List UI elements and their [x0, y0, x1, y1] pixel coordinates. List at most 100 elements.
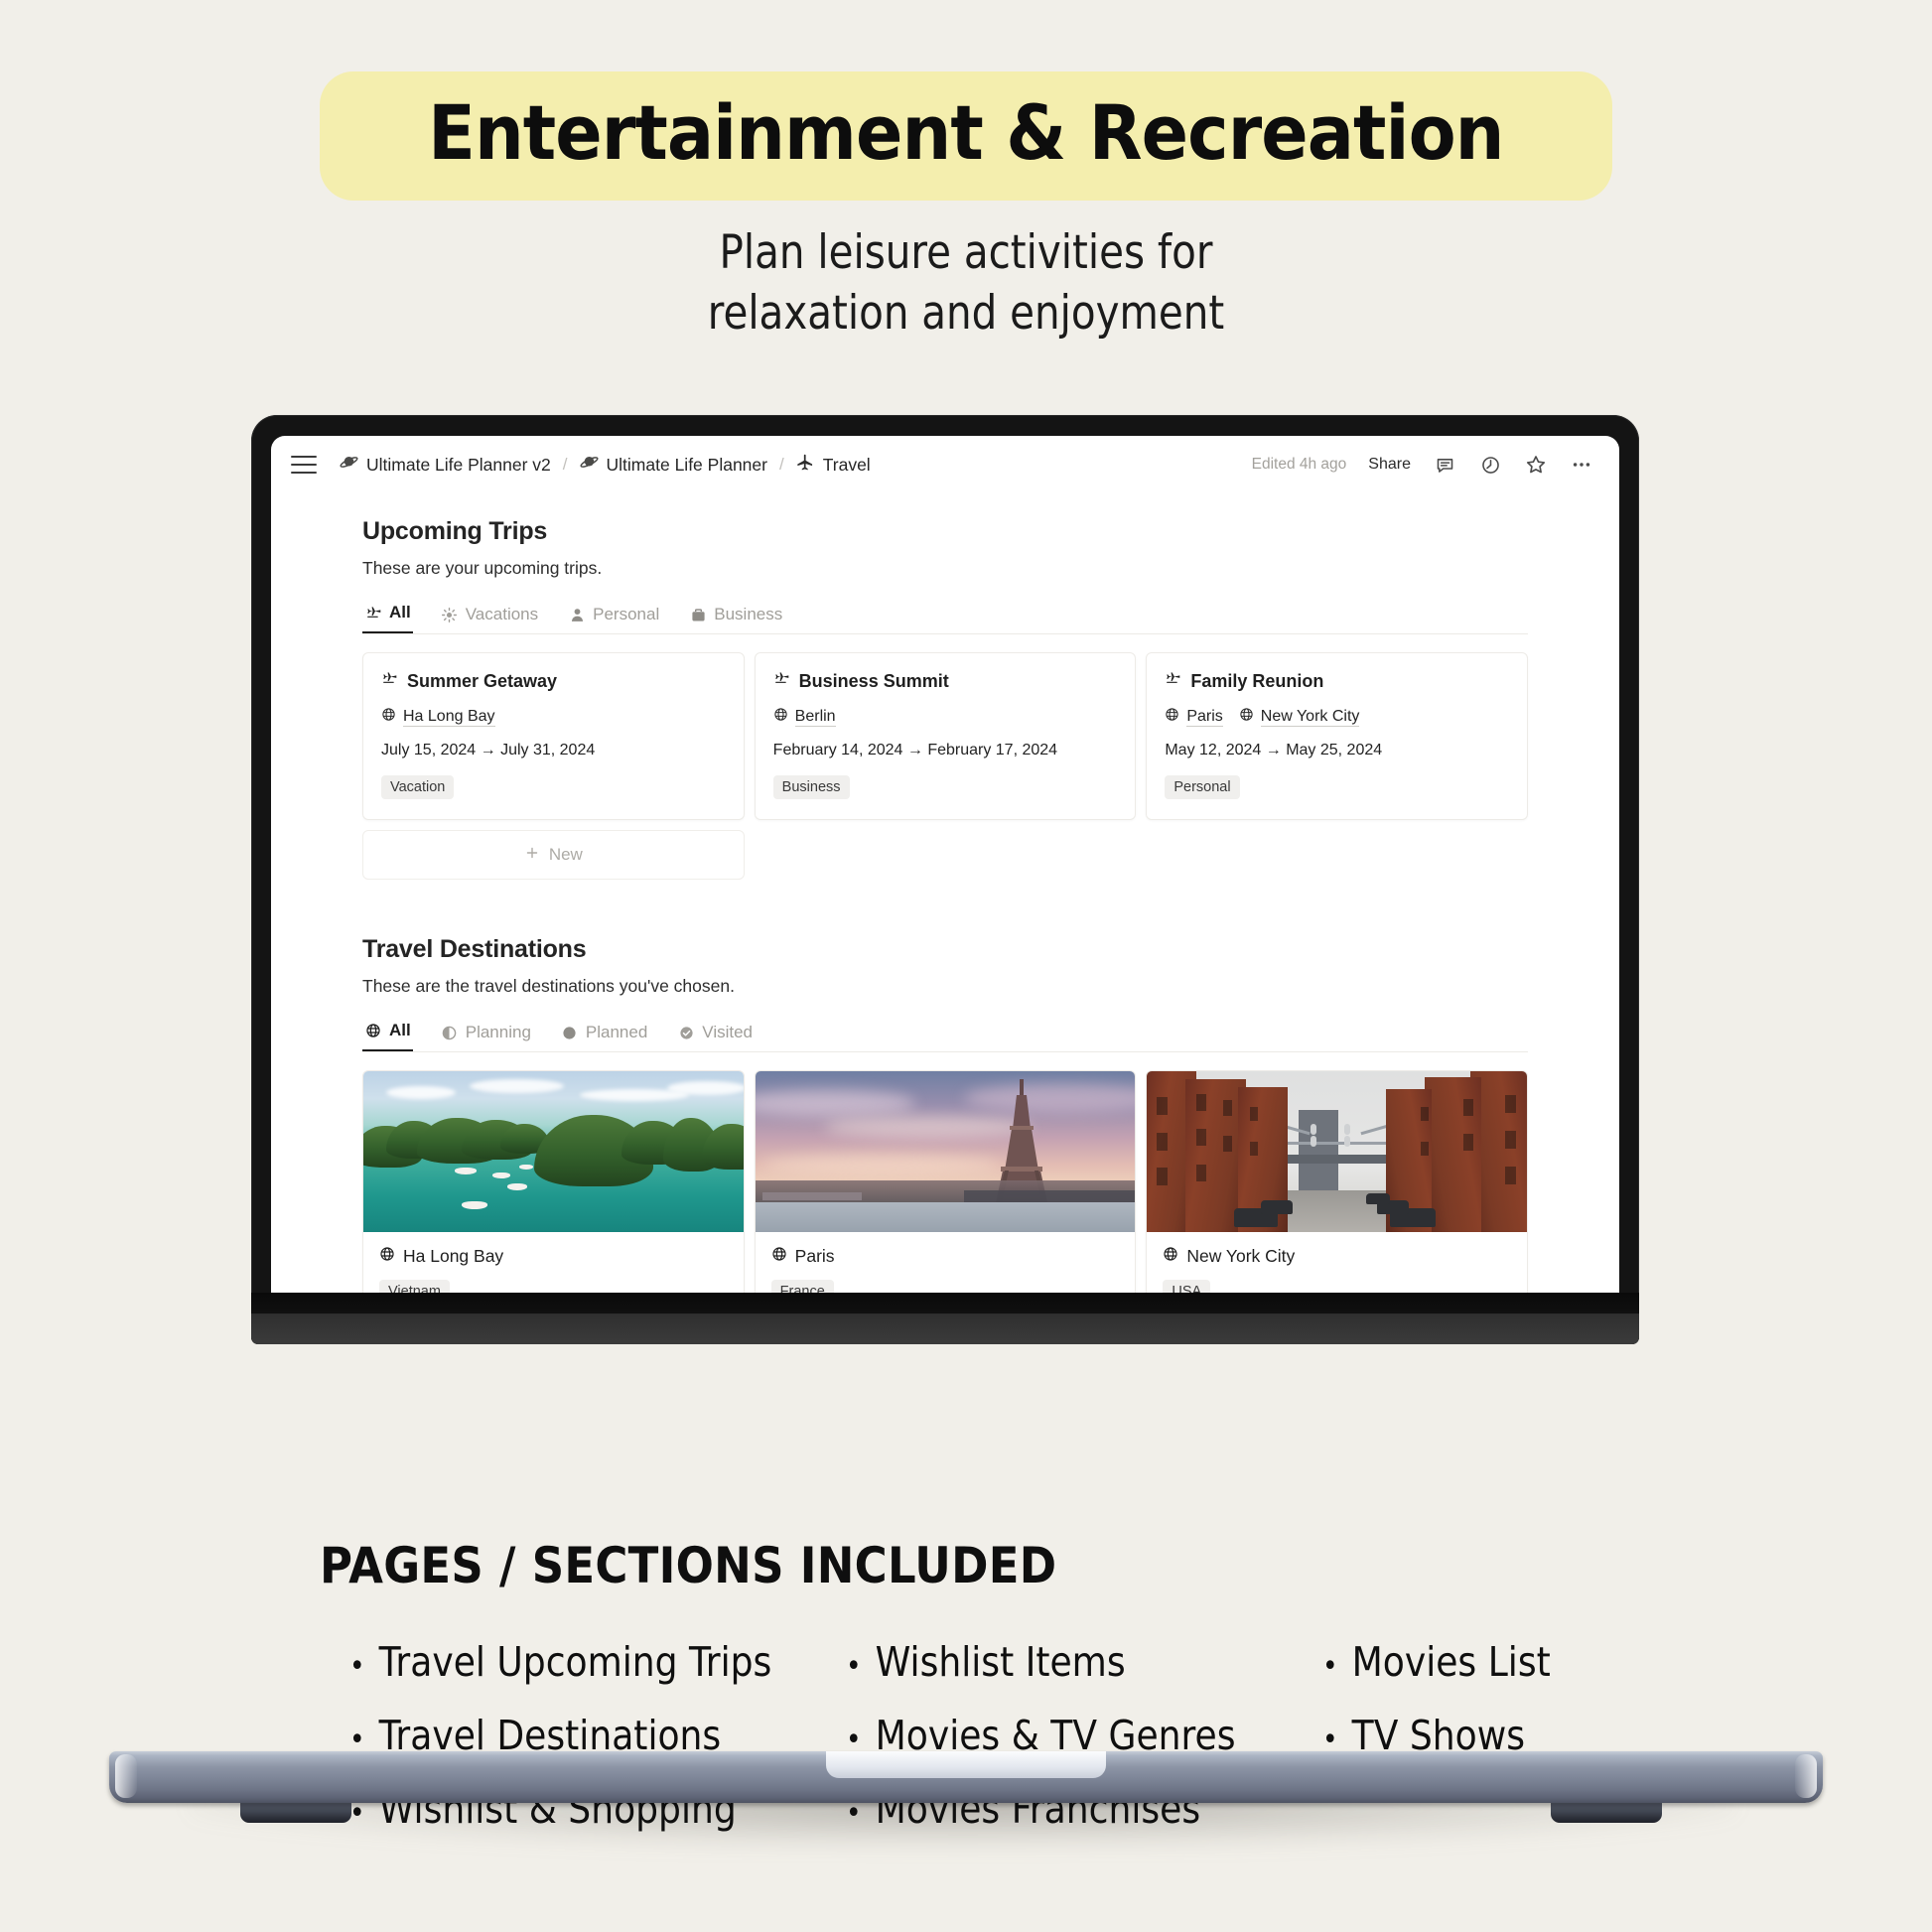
pages-column-1: • Travel Upcoming Trips • Travel Destina… [349, 1638, 846, 1859]
section-description: These are your upcoming trips. [362, 558, 603, 578]
tab-trips-vacations[interactable]: Vacations [439, 603, 540, 633]
breadcrumb-label: Ultimate Life Planner [606, 454, 767, 475]
trip-name-label: Family Reunion [1190, 670, 1324, 691]
breadcrumb-item-workspace[interactable]: Ultimate Life Planner v2 [335, 451, 556, 479]
trip-locations: Paris New York City [1165, 707, 1509, 727]
tab-label: All [389, 1021, 411, 1039]
laptop-base-notch [826, 1751, 1106, 1778]
breadcrumb-item-parent[interactable]: Ultimate Life Planner [575, 451, 772, 479]
trip-name-label: Summer Getaway [407, 670, 558, 691]
check-circle-icon [677, 1024, 695, 1041]
more-options-icon[interactable] [1570, 453, 1593, 477]
trip-location[interactable]: Berlin [773, 707, 836, 727]
trip-location-label: Ha Long Bay [403, 707, 495, 727]
trip-location[interactable]: New York City [1239, 707, 1360, 727]
destination-card[interactable]: New York City USA [1146, 1070, 1529, 1313]
trip-location[interactable]: Paris [1165, 707, 1223, 727]
section-upcoming-trips: Upcoming Trips These are your upcoming t… [362, 517, 1529, 880]
trip-dates: July 15, 2024 → July 31, 2024 [381, 742, 596, 759]
trip-card[interactable]: Summer Getaway Ha Long Bay July 15, 2024… [362, 652, 745, 820]
destination-title: Paris [771, 1246, 1120, 1267]
pages-included-columns: • Travel Upcoming Trips • Travel Destina… [0, 1638, 1932, 1859]
breadcrumb: Ultimate Life Planner v2 / Ultimate Life… [335, 451, 876, 479]
globe-icon [1163, 1246, 1178, 1267]
tab-label: Visited [702, 1023, 754, 1041]
trips-view-tabs: All Vacations Personal Business [362, 601, 1528, 634]
new-trip-button[interactable]: New [362, 830, 745, 880]
destination-name-label: New York City [1186, 1246, 1296, 1266]
globe-icon [364, 1022, 382, 1039]
tab-trips-all[interactable]: All [362, 601, 413, 633]
pages-included-title: PAGES / SECTIONS INCLUDED [320, 1537, 1057, 1594]
section-title: Travel Destinations [362, 935, 587, 963]
tab-trips-personal[interactable]: Personal [566, 603, 661, 633]
tab-destinations-all[interactable]: All [362, 1019, 413, 1051]
new-york-city-dumbo-photo [1147, 1071, 1528, 1232]
tab-destinations-visited[interactable]: Visited [675, 1021, 755, 1051]
bullet-dot: • [1322, 1649, 1338, 1684]
trip-card[interactable]: Family Reunion Paris New York City May 1… [1146, 652, 1529, 820]
person-icon [568, 606, 586, 623]
tab-trips-business[interactable]: Business [687, 603, 784, 633]
destination-card-body: Ha Long Bay Vietnam [363, 1232, 744, 1313]
sun-icon [441, 606, 459, 623]
list-item: • Travel Upcoming Trips [349, 1638, 786, 1686]
destination-name-label: Paris [794, 1246, 835, 1266]
plus-icon [524, 845, 540, 866]
new-trip-label: New [548, 845, 583, 864]
trip-card[interactable]: Business Summit Berlin February 14, 2024… [754, 652, 1137, 820]
trip-name-label: Business Summit [798, 670, 949, 691]
breadcrumb-separator: / [562, 455, 568, 474]
breadcrumb-separator: / [778, 455, 784, 474]
airplane-icon [381, 670, 398, 692]
hero-subtitle-line1: Plan leisure activities for [719, 225, 1213, 280]
airplane-icon [796, 453, 815, 477]
destination-card-body: Paris France [756, 1232, 1136, 1313]
bullet-dot: • [846, 1796, 862, 1831]
destination-name-label: Ha Long Bay [403, 1246, 504, 1266]
globe-icon [381, 707, 396, 727]
globe-icon [1165, 707, 1179, 727]
topbar-actions: Edited 4h ago Share [1252, 453, 1593, 477]
filled-circle-icon [561, 1024, 579, 1041]
destination-card-body: New York City USA [1147, 1232, 1527, 1313]
saturn-planet-icon [340, 453, 358, 477]
half-circle-icon [441, 1024, 459, 1041]
share-button[interactable]: Share [1368, 456, 1411, 474]
destination-tag: USA [1163, 1280, 1211, 1304]
tab-label: Planning [465, 1023, 531, 1041]
list-item-label: Travel Upcoming Trips [378, 1638, 772, 1686]
airplane-icon [773, 670, 790, 692]
laptop-base-highlight-left [115, 1754, 137, 1798]
pages-column-3: • Movies List • TV Shows [1322, 1638, 1700, 1859]
laptop-base-highlight-right [1795, 1754, 1817, 1798]
trip-card-title: Family Reunion [1165, 670, 1509, 692]
trip-location[interactable]: Ha Long Bay [381, 707, 495, 727]
paris-eiffel-tower-photo [755, 1071, 1136, 1232]
page-content: Upcoming Trips These are your upcoming t… [271, 493, 1619, 1313]
tab-destinations-planned[interactable]: Planned [559, 1021, 649, 1051]
destination-card[interactable]: Ha Long Bay Vietnam [362, 1070, 745, 1313]
trip-location-label: New York City [1260, 707, 1360, 727]
title-pill: Entertainment & Recreation [320, 71, 1612, 201]
tab-destinations-planning[interactable]: Planning [439, 1021, 533, 1051]
section-travel-destinations: Travel Destinations These are the travel… [362, 935, 1529, 1313]
trip-card-title: Business Summit [773, 670, 1118, 692]
hero-subtitle: Plan leisure activities for relaxation a… [135, 222, 1797, 344]
hamburger-menu-icon[interactable] [291, 456, 317, 474]
trip-locations: Ha Long Bay [381, 707, 726, 727]
star-favorite-icon[interactable] [1524, 453, 1548, 477]
destination-card[interactable]: Paris France [754, 1070, 1137, 1313]
destinations-view-tabs: All Planning Planned Visited [362, 1019, 1528, 1052]
comment-icon[interactable] [1433, 453, 1456, 477]
globe-icon [773, 707, 788, 727]
breadcrumb-item-current[interactable]: Travel [791, 451, 876, 479]
new-trip-row: New [362, 830, 1528, 880]
trip-location-label: Paris [1186, 707, 1223, 727]
app-viewport: Ultimate Life Planner v2 / Ultimate Life… [271, 436, 1619, 1313]
clock-history-icon[interactable] [1478, 453, 1502, 477]
trip-tag: Personal [1165, 775, 1240, 799]
trip-dates: February 14, 2024 → February 17, 2024 [772, 742, 1058, 759]
airplane-icon [364, 604, 382, 621]
last-edited-label: Edited 4h ago [1251, 456, 1347, 473]
